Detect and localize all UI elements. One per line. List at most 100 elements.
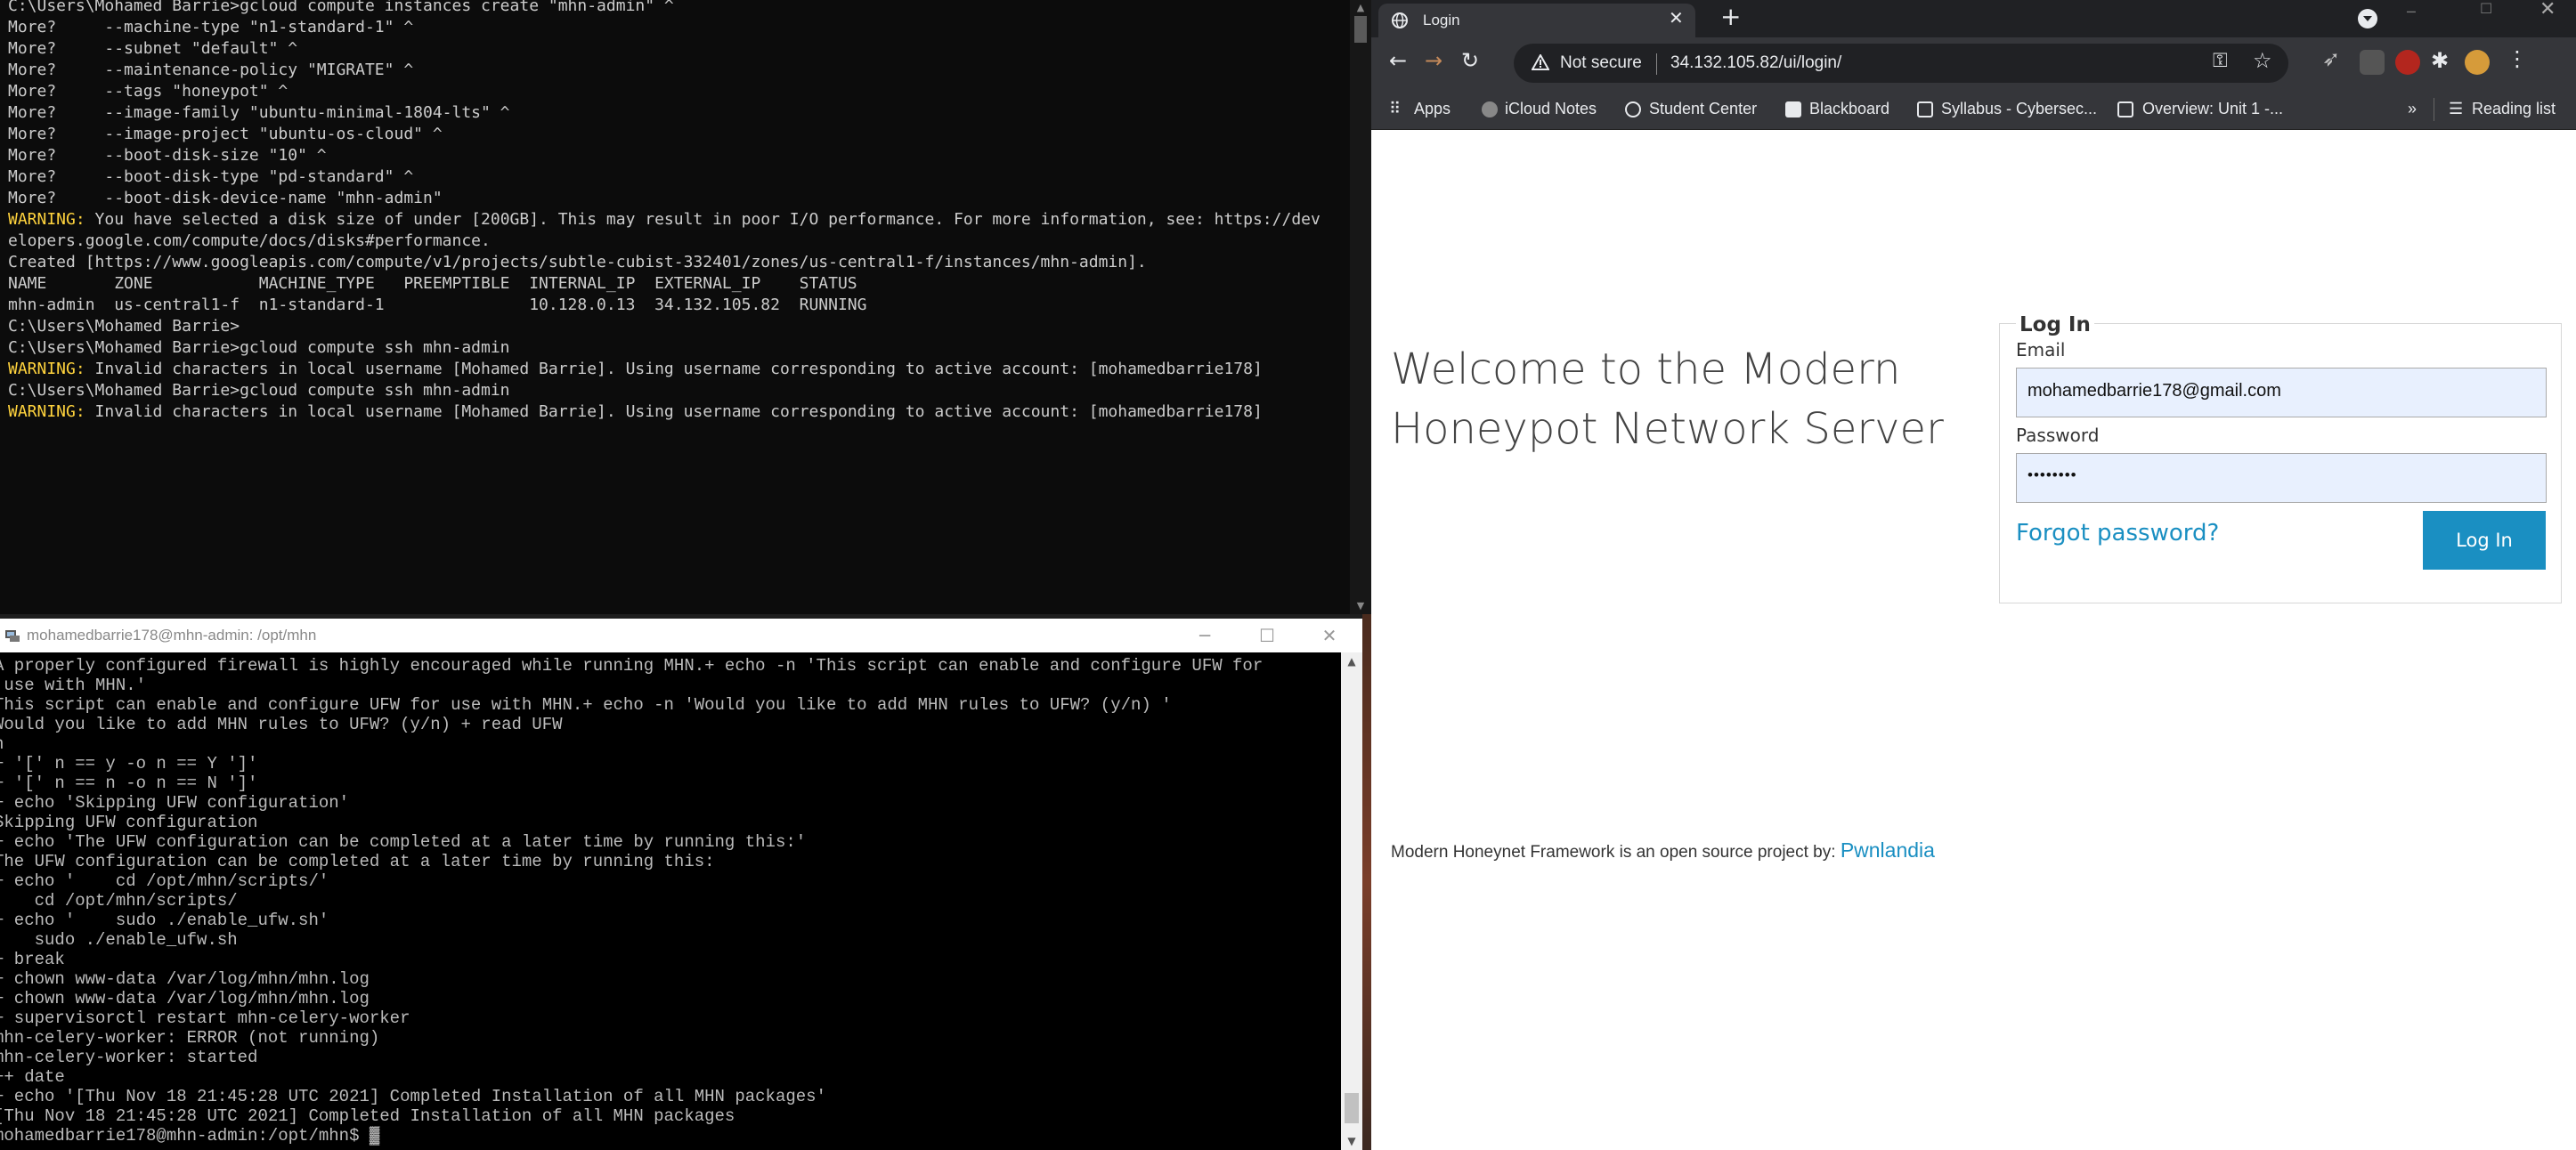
ssh-output: A properly configured firewall is highly… bbox=[0, 656, 1263, 1146]
cmd-line: More? --image-project "ubuntu-os-cloud" … bbox=[8, 125, 443, 143]
ssh-line: n bbox=[0, 734, 1263, 754]
more-bookmarks-icon[interactable]: » bbox=[2408, 100, 2417, 118]
bookmark-icloud-notes[interactable]: iCloud Notes bbox=[1505, 100, 1597, 118]
avatar[interactable] bbox=[2465, 50, 2490, 75]
ssh-line: + echo ' sudo ./enable_ufw.sh' bbox=[0, 911, 329, 930]
cmd-line: Created [https://www.googleapis.com/comp… bbox=[8, 253, 1147, 271]
ssh-line: This script can enable and configure UFW… bbox=[0, 695, 1172, 715]
cmd-line: More? --machine-type "n1-standard-1" ^ bbox=[8, 18, 414, 36]
bookmark-syllabus[interactable]: Syllabus - Cybersec... bbox=[1941, 100, 2097, 118]
ssh-window-title: mohamedbarrie178@mhn-admin: /opt/mhn bbox=[27, 627, 317, 644]
url-text[interactable]: 34.132.105.82/ui/login/ bbox=[1670, 53, 1841, 73]
login-button[interactable]: Log In bbox=[2423, 511, 2546, 570]
scroll-down-icon[interactable]: ▼ bbox=[1350, 598, 1371, 614]
cmd-line: C:\Users\Mohamed Barrie>gcloud compute s… bbox=[8, 338, 510, 357]
ssh-prompt[interactable]: mohamedbarrie178@mhn-admin:/opt/mhn$ ▓ bbox=[0, 1126, 1263, 1146]
course-icon bbox=[1917, 101, 1933, 117]
cmd-table-row: mhn-admin us-central1-f n1-standard-1 10… bbox=[8, 296, 867, 314]
cmd-line: C:\Users\Mohamed Barrie>gcloud compute i… bbox=[8, 0, 674, 15]
ssh-line: cd /opt/mhn/scripts/ bbox=[0, 891, 238, 911]
tab-login[interactable]: Login ✕ bbox=[1378, 4, 1695, 37]
password-field[interactable]: •••••••• bbox=[2016, 453, 2547, 503]
ublock-icon[interactable] bbox=[2395, 50, 2420, 75]
email-field[interactable]: mohamedbarrie178@gmail.com bbox=[2016, 368, 2547, 417]
scroll-up-icon[interactable]: ▲ bbox=[1350, 0, 1371, 16]
star-icon[interactable]: ☆ bbox=[2253, 48, 2272, 73]
cmd-line: More? --boot-disk-type "pd-standard" ^ bbox=[8, 167, 414, 186]
apps-icon[interactable]: ⠿ bbox=[1389, 100, 1401, 118]
cmd-output: C:\Users\Mohamed Barrie>gcloud compute i… bbox=[8, 0, 1321, 423]
security-label[interactable]: Not secure bbox=[1560, 53, 1642, 73]
login-page: Welcome to the Modern Honeypot Network S… bbox=[1371, 131, 2576, 1150]
cmd-line: More? --boot-disk-size "10" ^ bbox=[8, 146, 327, 165]
putty-icon bbox=[5, 630, 20, 642]
maximize-button[interactable]: ☐ bbox=[2480, 0, 2492, 17]
cmd-line: C:\Users\Mohamed Barrie> bbox=[8, 317, 240, 336]
bookmarks-bar: ⠿ Apps iCloud Notes Student Center Black… bbox=[1371, 89, 2576, 130]
menu-icon[interactable]: ⋮ bbox=[2507, 46, 2528, 71]
footer: Modern Honeynet Framework is an open sou… bbox=[1391, 838, 1935, 862]
close-button[interactable]: ✕ bbox=[2539, 0, 2556, 20]
ssh-line: + supervisorctl restart mhn-celery-worke… bbox=[0, 1008, 410, 1028]
maximize-button[interactable]: ☐ bbox=[1247, 619, 1288, 652]
warning-label: WARNING: bbox=[8, 402, 85, 421]
cmd-table-header: NAME ZONE MACHINE_TYPE PREEMPTIBLE INTER… bbox=[8, 274, 857, 293]
extension-icon[interactable] bbox=[2360, 50, 2385, 75]
pwnlandia-link[interactable]: Pwnlandia bbox=[1841, 838, 1935, 862]
warning-label: WARNING: bbox=[8, 360, 85, 378]
bookmark-apps[interactable]: Apps bbox=[1414, 100, 1451, 118]
address-bar[interactable]: Not secure 34.132.105.82/ui/login/ ⚿ ☆ bbox=[1514, 44, 2288, 83]
cmd-window[interactable]: C:\Users\Mohamed Barrie>gcloud compute i… bbox=[0, 0, 1371, 614]
ssh-line: + echo '[Thu Nov 18 21:45:28 UTC 2021] C… bbox=[0, 1087, 826, 1106]
close-button[interactable]: ✕ bbox=[1309, 619, 1350, 652]
minimize-button[interactable]: ─ bbox=[1184, 619, 1225, 652]
reading-list-button[interactable]: Reading list bbox=[2472, 100, 2556, 118]
ssh-scrollbar-thumb[interactable] bbox=[1345, 1093, 1359, 1123]
welcome-line-1: Welcome to the Modern bbox=[1391, 344, 1901, 394]
ssh-line: + chown www-data /var/log/mhn/mhn.log bbox=[0, 989, 370, 1008]
scroll-down-icon[interactable]: ▼ bbox=[1341, 1132, 1362, 1150]
cmd-warning-line: WARNING: Invalid characters in local use… bbox=[8, 402, 1263, 421]
bookmark-student-center[interactable]: Student Center bbox=[1649, 100, 1757, 118]
reload-icon[interactable]: ↻ bbox=[1461, 48, 1479, 73]
key-icon[interactable]: ⚿ bbox=[2213, 50, 2228, 72]
welcome-heading: Welcome to the Modern Honeypot Network S… bbox=[1391, 340, 1944, 459]
ssh-line: + echo ' cd /opt/mhn/scripts/' bbox=[0, 871, 329, 891]
ssh-titlebar[interactable]: mohamedbarrie178@mhn-admin: /opt/mhn ─ ☐… bbox=[0, 619, 1362, 652]
forgot-password-link[interactable]: Forgot password? bbox=[2016, 520, 2219, 547]
ssh-line: Would you like to add MHN rules to UFW? … bbox=[0, 715, 563, 734]
cmd-scrollbar[interactable]: ▲ ▼ bbox=[1350, 0, 1371, 614]
footer-text: Modern Honeynet Framework is an open sou… bbox=[1391, 843, 1836, 862]
ssh-line: ++ date bbox=[0, 1067, 65, 1087]
minimize-button[interactable]: ─ bbox=[2407, 4, 2416, 20]
ssh-line: + '[' n == n -o n == N ']' bbox=[0, 773, 258, 793]
login-form: Log In Email mohamedbarrie178@gmail.com … bbox=[1999, 313, 2562, 603]
warning-icon bbox=[1532, 54, 1549, 70]
divider bbox=[1656, 53, 1657, 75]
bookmark-blackboard[interactable]: Blackboard bbox=[1809, 100, 1889, 118]
ssh-line: use with MHN.' bbox=[0, 676, 147, 695]
tab-search-icon[interactable] bbox=[2358, 9, 2377, 28]
ssh-scrollbar[interactable]: ▲ ▼ bbox=[1341, 652, 1362, 1150]
extension-icon[interactable]: ➶ bbox=[2322, 46, 2340, 71]
new-tab-icon[interactable]: + bbox=[1720, 2, 1741, 31]
puzzle-icon[interactable]: ✱ bbox=[2431, 48, 2449, 73]
cmd-line: More? --tags "honeypot" ^ bbox=[8, 82, 288, 101]
ssh-window[interactable]: mohamedbarrie178@mhn-admin: /opt/mhn ─ ☐… bbox=[0, 619, 1362, 1150]
ssh-line: + '[' n == y -o n == Y ']' bbox=[0, 754, 258, 773]
cmd-line: C:\Users\Mohamed Barrie>gcloud compute s… bbox=[8, 381, 510, 400]
reading-list-icon[interactable]: ☰ bbox=[2449, 100, 2463, 118]
tab-bar: Login ✕ + ─ ☐ ✕ bbox=[1371, 0, 2576, 37]
ssh-line: [Thu Nov 18 21:45:28 UTC 2021] Completed… bbox=[0, 1106, 735, 1126]
back-icon[interactable]: ← bbox=[1389, 48, 1407, 73]
bookmark-overview[interactable]: Overview: Unit 1 -... bbox=[2142, 100, 2283, 118]
cmd-line: More? --subnet "default" ^ bbox=[8, 39, 298, 58]
scroll-up-icon[interactable]: ▲ bbox=[1341, 652, 1362, 670]
ssh-line: sudo ./enable_ufw.sh bbox=[0, 930, 238, 950]
close-tab-icon[interactable]: ✕ bbox=[1669, 7, 1684, 28]
blackboard-icon bbox=[1785, 101, 1801, 117]
browser-window: Login ✕ + ─ ☐ ✕ ← → ↻ Not secure 34.132.… bbox=[1371, 0, 2576, 1150]
forward-icon[interactable]: → bbox=[1425, 48, 1442, 73]
email-label: Email bbox=[2016, 339, 2066, 360]
cmd-scrollbar-thumb[interactable] bbox=[1354, 16, 1367, 43]
